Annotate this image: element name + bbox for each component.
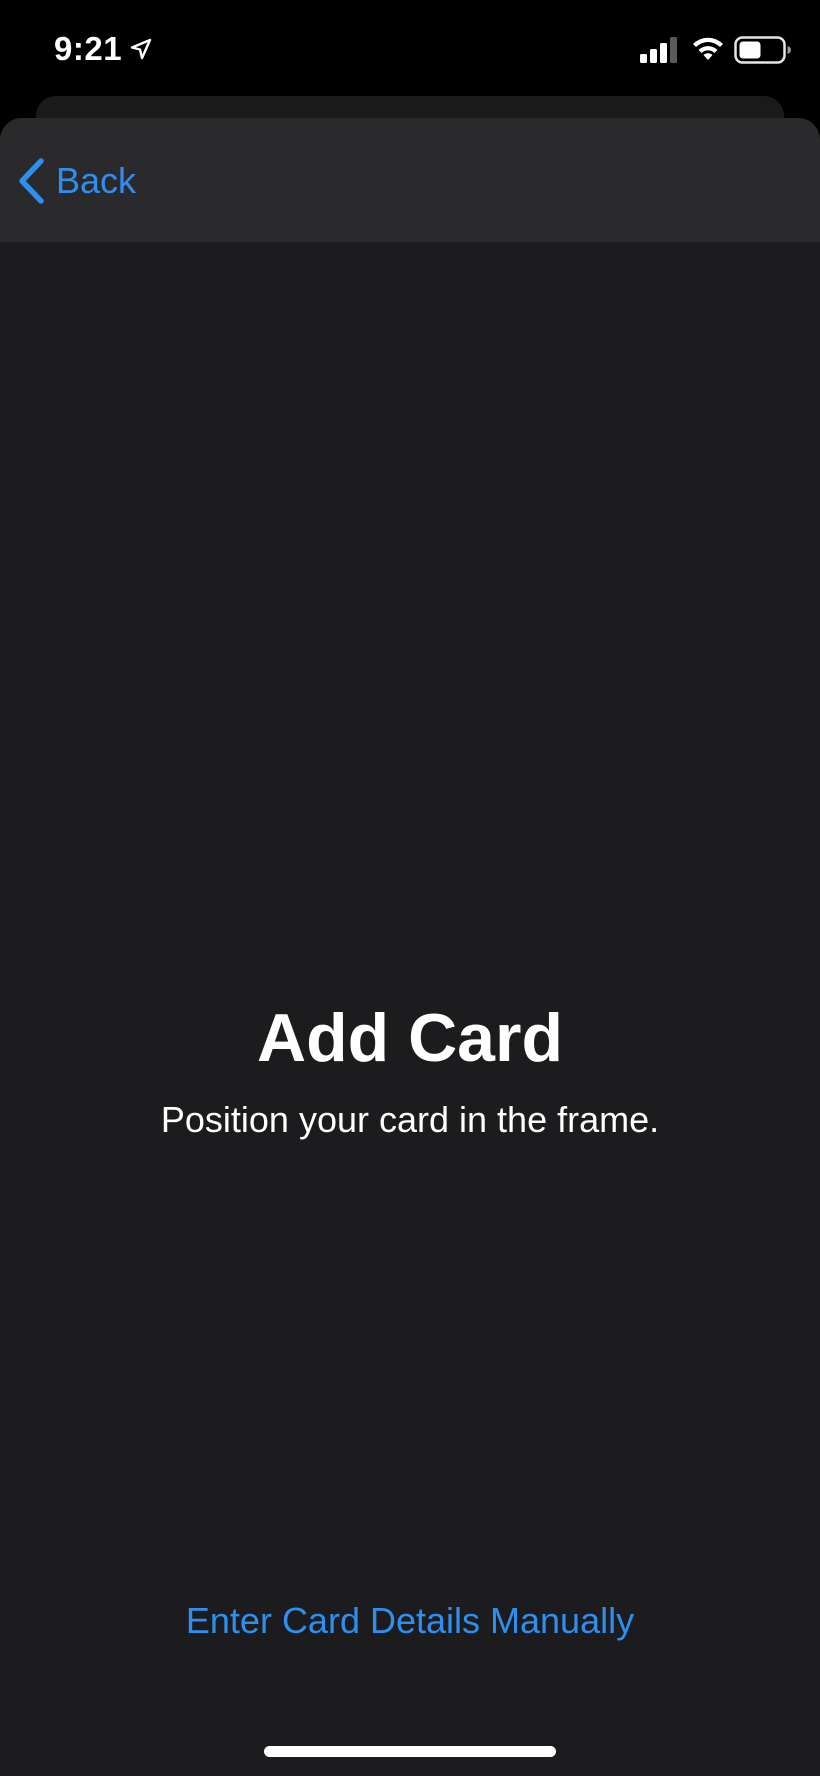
signal-icon [640, 37, 677, 63]
screen: 9:21 Back Add Card Position your card in… [0, 0, 820, 1776]
back-label: Back [56, 160, 137, 201]
page-title: Add Card [257, 1000, 563, 1076]
status-bar: 9:21 [0, 0, 820, 100]
add-card-sheet: Back Add Card Position your card in the … [0, 118, 820, 1776]
navigation-bar: Back [0, 118, 820, 242]
battery-icon [734, 36, 791, 64]
status-time: 9:21 [54, 30, 123, 67]
back-button[interactable]: Back [16, 154, 136, 208]
chevron-left-icon [19, 158, 44, 204]
page-subtitle: Position your card in the frame. [160, 1099, 660, 1140]
home-indicator[interactable] [264, 1746, 556, 1757]
enter-card-details-manually-link[interactable]: Enter Card Details Manually [0, 1600, 820, 1642]
location-arrow-icon [130, 38, 152, 60]
instruction-block: Add Card Position your card in the frame… [0, 998, 820, 1142]
wifi-icon [693, 37, 723, 60]
